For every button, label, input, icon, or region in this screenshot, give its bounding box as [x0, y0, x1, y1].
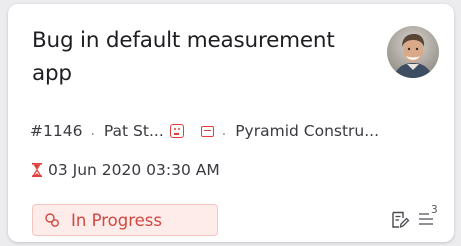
- account-name[interactable]: Pyramid Constru...: [235, 122, 379, 140]
- ticket-icon: [200, 125, 214, 137]
- edit-note-icon[interactable]: [390, 210, 410, 230]
- thread-count: 3: [431, 204, 438, 216]
- assignee-avatar[interactable]: [387, 26, 439, 78]
- due-date: 03 Jun 2020 03:30 AM: [48, 161, 220, 179]
- status-label: In Progress: [71, 210, 162, 230]
- status-badge[interactable]: In Progress: [32, 204, 218, 236]
- ticket-id[interactable]: #1146: [30, 122, 82, 140]
- status-circle-icon: [45, 213, 59, 227]
- ticket-title[interactable]: Bug in default measurement app: [32, 24, 352, 90]
- due-date-row: 03 Jun 2020 03:30 AM: [32, 159, 220, 181]
- sad-face-icon: [169, 124, 184, 138]
- hourglass-icon: [32, 163, 42, 177]
- separator-dot: .: [221, 123, 227, 139]
- contact-name[interactable]: Pat St...: [104, 122, 164, 140]
- ticket-meta-row: #1146 . Pat St... . Pyramid Constru...: [30, 120, 379, 142]
- threads-indicator[interactable]: 3: [418, 204, 444, 230]
- ticket-card[interactable]: Bug in default measurement app #1146 . P…: [8, 4, 454, 242]
- separator-dot: .: [90, 123, 95, 139]
